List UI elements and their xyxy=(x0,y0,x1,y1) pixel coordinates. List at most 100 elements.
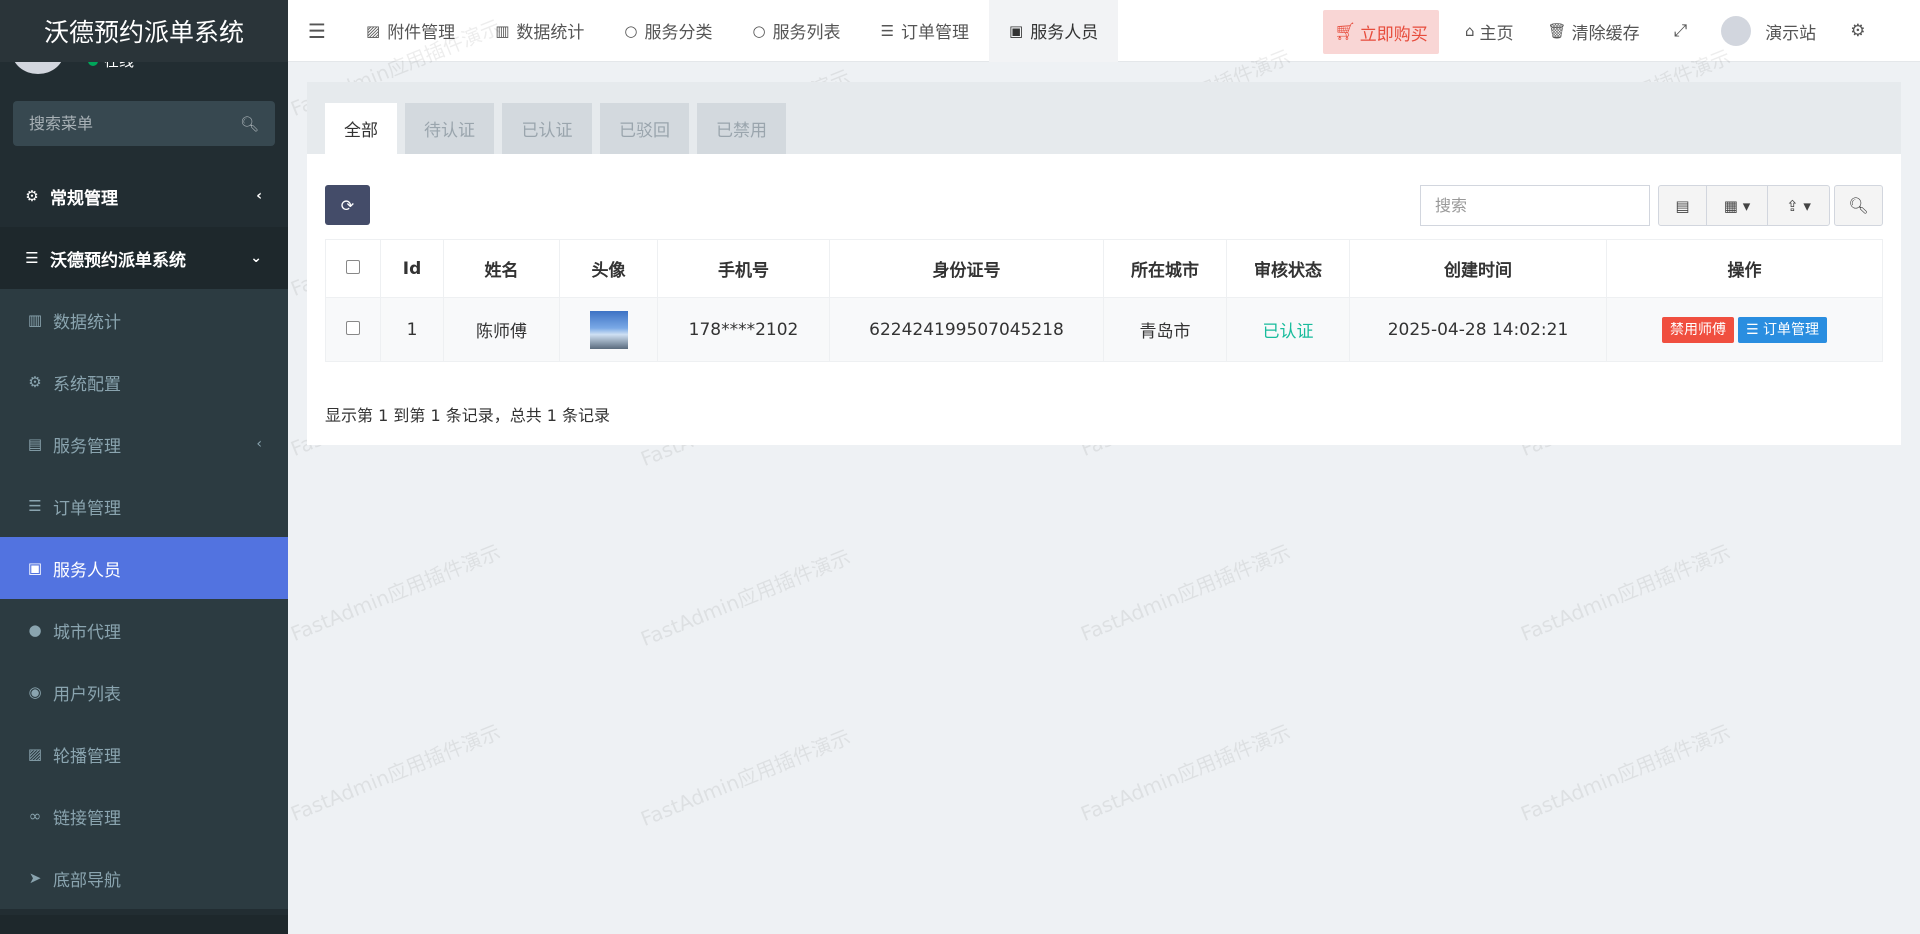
sidebar-item-service-mgmt[interactable]: ▤ 服务管理 ‹ xyxy=(0,413,288,475)
cell-actions: 禁用师傅 ☰ 订单管理 xyxy=(1606,297,1883,362)
search-icon[interactable]: 🔍︎ xyxy=(240,115,259,133)
list-icon: ☰ xyxy=(1745,321,1763,338)
cell-avatar xyxy=(559,297,658,362)
cogs-icon: ⚙ xyxy=(25,187,39,205)
tab-service-staff[interactable]: ▣ 服务人员 xyxy=(989,0,1119,62)
watermark: FastAdmin应用插件演示 xyxy=(1077,719,1294,826)
avatar-thumbnail[interactable] xyxy=(589,310,628,349)
tab-disabled[interactable]: 已禁用 xyxy=(697,103,786,154)
export-dropdown-button[interactable]: ⇪ ▾ xyxy=(1768,186,1829,225)
table-search-input[interactable] xyxy=(1420,185,1650,226)
watermark: FastAdmin应用插件演示 xyxy=(637,724,854,831)
watermark: FastAdmin应用插件演示 xyxy=(287,539,504,646)
user-times-icon: ● xyxy=(28,621,42,639)
list-icon: ☰ xyxy=(25,249,39,267)
row-checkbox[interactable] xyxy=(346,320,360,335)
trash-icon: 🗑︎ xyxy=(1547,22,1567,40)
menu-search-input[interactable] xyxy=(29,114,240,133)
col-id[interactable]: Id xyxy=(380,239,444,298)
buy-now-button[interactable]: 🛒︎ 立即购买 xyxy=(1323,10,1439,54)
table-row: 1 陈师傅 178****2102 622424199507045218 青岛市… xyxy=(325,297,1883,362)
sidebar-item-city-agent[interactable]: ● 城市代理 xyxy=(0,599,288,661)
pagination-info: 显示第 1 到第 1 条记录，总共 1 条记录 xyxy=(325,406,611,425)
tab-order-mgmt[interactable]: ☰ 订单管理 xyxy=(861,0,989,62)
sidebar-item-data-stats[interactable]: ▥ 数据统计 xyxy=(0,289,288,351)
sidebar-footer xyxy=(0,915,288,934)
tab-pending[interactable]: 待认证 xyxy=(405,103,494,154)
app-logo[interactable]: 沃德预约派单系统 xyxy=(0,0,288,62)
col-phone[interactable]: 手机号 xyxy=(657,239,830,298)
col-created[interactable]: 创建时间 xyxy=(1349,239,1607,298)
watermark: FastAdmin应用插件演示 xyxy=(287,719,504,826)
watermark: FastAdmin应用插件演示 xyxy=(1517,719,1734,826)
home-link[interactable]: ⌂ 主页 xyxy=(1448,0,1531,62)
sidebar-item-order-mgmt[interactable]: ☰ 订单管理 xyxy=(0,475,288,537)
sidebar-item-user-list[interactable]: ◉ 用户列表 xyxy=(0,661,288,723)
cell-id-card: 622424199507045218 xyxy=(829,297,1104,362)
bar-chart-icon: ▥ xyxy=(27,311,43,329)
cart-icon: 🛒︎ xyxy=(1334,22,1356,42)
disable-staff-button[interactable]: 禁用师傅 xyxy=(1661,316,1734,343)
paper-plane-icon: ➤ xyxy=(28,869,42,887)
tab-all[interactable]: 全部 xyxy=(325,103,397,154)
tab-verified[interactable]: 已认证 xyxy=(502,103,592,154)
image-icon: ▨ xyxy=(27,745,43,763)
image-icon: ▨ xyxy=(366,21,381,40)
col-status[interactable]: 审核状态 xyxy=(1226,239,1350,298)
sidebar-item-general[interactable]: ⚙ 常规管理 ‹ xyxy=(0,165,288,227)
tab-rejected[interactable]: 已驳回 xyxy=(600,103,689,154)
refresh-button[interactable]: ⟳ xyxy=(325,185,370,225)
id-card-icon: ▣ xyxy=(27,559,43,577)
col-actions: 操作 xyxy=(1606,239,1883,298)
col-city[interactable]: 所在城市 xyxy=(1103,239,1227,298)
export-icon: ⇪ ▾ xyxy=(1786,196,1811,215)
tab-attachments[interactable]: ▨ 附件管理 xyxy=(346,0,475,62)
top-navbar: ☰ ▨ 附件管理 ▥ 数据统计 ○ 服务分类 ○ 服务列表 ☰ 订单管理 ▣ 服务人员 🛒︎… xyxy=(288,0,1920,62)
cell-created: 2025-04-28 14:02:21 xyxy=(1349,297,1607,362)
user-avatar xyxy=(1721,16,1752,46)
grid-icon: ▦ ▾ xyxy=(1723,196,1751,215)
link-icon: ∞ xyxy=(28,807,42,825)
sidebar-item-bottom-nav[interactable]: ➤ 底部导航 xyxy=(0,847,288,909)
user-circle-icon: ◉ xyxy=(28,683,42,701)
content-area: FastAdmin应用插件演示 FastAdmin应用插件演示 FastAdmi… xyxy=(287,15,1920,934)
select-all-cell xyxy=(325,239,381,298)
sidebar-item-service-staff[interactable]: ▣ 服务人员 xyxy=(0,537,288,599)
col-id-card[interactable]: 身份证号 xyxy=(829,239,1104,298)
sidebar: 在线 沃德预约派单系统 🔍︎ ⚙ 常规管理 ‹ ☰ 沃德预约派单系统 ⌄ ▥ 数… xyxy=(0,0,288,934)
clear-cache-button[interactable]: 🗑︎ 清除缓存 xyxy=(1531,0,1657,62)
fullscreen-icon[interactable]: ⤢ xyxy=(1657,0,1705,62)
select-all-checkbox[interactable] xyxy=(346,259,360,274)
server-icon: ▤ xyxy=(27,435,43,453)
chevron-down-icon: ⌄ xyxy=(250,250,262,266)
sidebar-item-system-config[interactable]: ⚙ 系统配置 xyxy=(0,351,288,413)
watermark: FastAdmin应用插件演示 xyxy=(1077,539,1294,646)
circle-icon: ○ xyxy=(752,21,766,40)
toggle-view-button[interactable]: ▤ xyxy=(1659,186,1707,225)
bar-chart-icon: ▥ xyxy=(495,21,510,40)
sidebar-item-wode-system[interactable]: ☰ 沃德预约派单系统 ⌄ xyxy=(0,227,288,289)
cell-id: 1 xyxy=(380,297,444,362)
tab-service-list[interactable]: ○ 服务列表 xyxy=(732,0,860,62)
col-avatar[interactable]: 头像 xyxy=(559,239,658,298)
tab-data-stats[interactable]: ▥ 数据统计 xyxy=(475,0,604,62)
table-toolbar: ▤ ▦ ▾ ⇪ ▾ xyxy=(1658,185,1830,226)
col-name[interactable]: 姓名 xyxy=(443,239,560,298)
cell-status: 已认证 xyxy=(1226,297,1350,362)
order-mgmt-button[interactable]: ☰ 订单管理 xyxy=(1737,316,1827,343)
cell-phone: 178****2102 xyxy=(657,297,830,362)
list-icon: ☰ xyxy=(880,21,895,40)
cell-name: 陈师傅 xyxy=(443,297,560,362)
list-icon: ☰ xyxy=(28,497,42,515)
table-header-row: Id 姓名 头像 手机号 身份证号 所在城市 审核状态 创建时间 操作 xyxy=(325,239,1883,298)
user-menu[interactable]: 演示站 xyxy=(1704,0,1833,62)
circle-icon: ○ xyxy=(624,21,638,40)
tab-service-category[interactable]: ○ 服务分类 xyxy=(604,0,732,62)
settings-cogs-icon[interactable]: ⚙ xyxy=(1833,0,1882,62)
columns-dropdown-button[interactable]: ▦ ▾ xyxy=(1707,186,1768,225)
sidebar-toggle-icon[interactable]: ☰ xyxy=(288,0,346,62)
sidebar-item-links[interactable]: ∞ 链接管理 xyxy=(0,785,288,847)
advanced-search-button[interactable]: 🔍︎ xyxy=(1834,185,1883,226)
sidebar-item-carousel[interactable]: ▨ 轮播管理 xyxy=(0,723,288,785)
chevron-left-icon: ‹ xyxy=(256,188,262,204)
